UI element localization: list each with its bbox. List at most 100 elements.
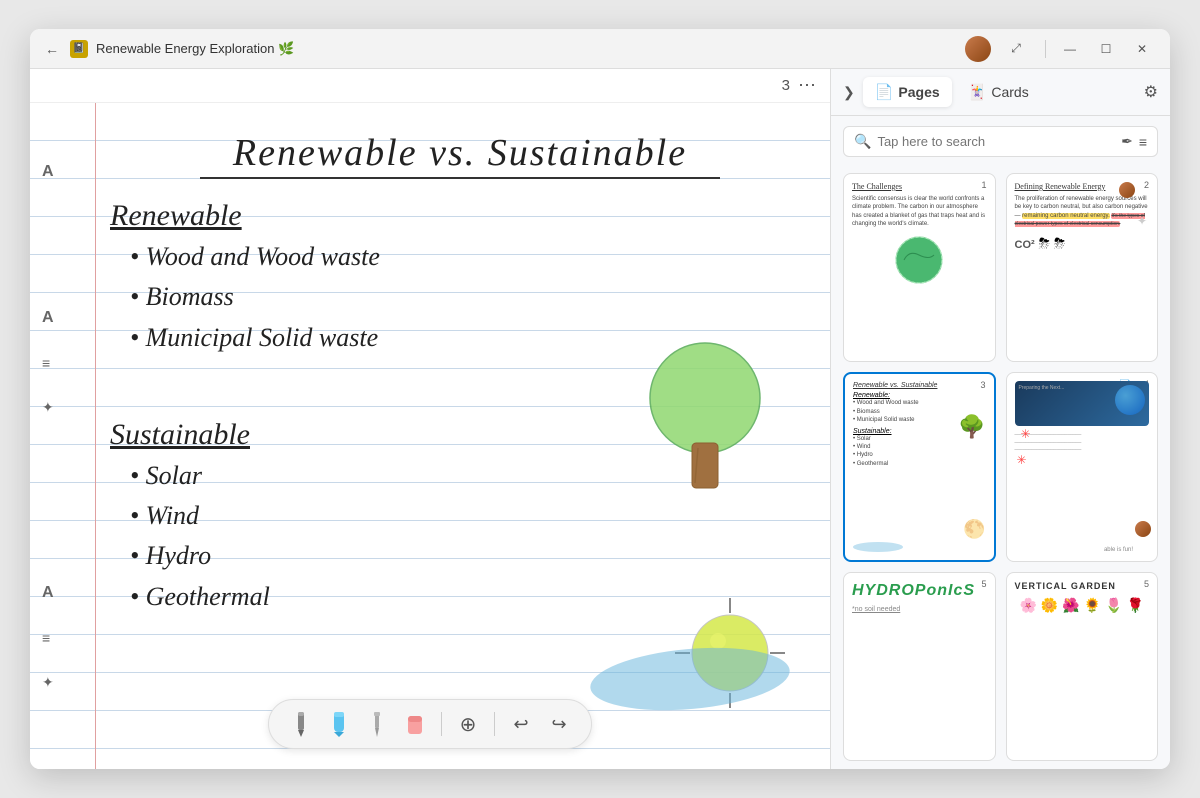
page-number-bar: 3 ⋯	[30, 69, 830, 103]
pages-tab-label: Pages	[898, 84, 939, 100]
pages-tab-icon: 📄	[875, 83, 894, 101]
hydroponics-title: HYDROPonIcS	[852, 581, 987, 600]
thumb-2-number: 2	[1144, 180, 1149, 190]
page-5-thumbnail[interactable]: 5 HYDROPonIcS *no soil needed	[843, 572, 996, 761]
left-toolbar: A A ≡ ✦ A ≡ ✦	[42, 163, 54, 691]
text-tool-2[interactable]: A	[42, 309, 54, 327]
text-tool-3[interactable]: A	[42, 584, 54, 602]
text-tool-1[interactable]: A	[42, 163, 54, 181]
notebook-paper[interactable]: A A ≡ ✦ A ≡ ✦ Renewable vs. Sustainable …	[30, 103, 830, 769]
bullet-wood: Wood and Wood waste	[130, 237, 810, 277]
user-avatar[interactable]	[965, 36, 991, 62]
tab-pages[interactable]: 📄 Pages	[863, 77, 952, 107]
cloud-icon-2: ⛈	[1054, 235, 1065, 252]
list-tool-2[interactable]: ≡	[42, 630, 54, 646]
section-renewable: Renewable	[110, 199, 810, 233]
thumb-6-number: 5	[1144, 579, 1149, 589]
title-bar: ← 📓 Renewable Energy Exploration 🌿 ⤢ — ☐…	[30, 29, 1170, 69]
flowers-row: 🌸 🌼 🌺 🌻 🌷 🌹	[1015, 597, 1150, 614]
bullet-wind: Wind	[130, 496, 810, 536]
search-bar: 🔍 ✒ ≡	[843, 126, 1158, 157]
back-button[interactable]: ←	[42, 39, 62, 59]
undo-button[interactable]: ↩	[505, 708, 537, 740]
thumb-4-earth	[1115, 385, 1145, 415]
thumb-3-tree-icon: 🌳	[958, 414, 985, 440]
separator-2	[494, 712, 495, 736]
filter-button[interactable]: ⚙	[1144, 82, 1158, 102]
redo-button[interactable]: ↪	[543, 708, 575, 740]
window-title: Renewable Energy Exploration 🌿	[96, 41, 294, 57]
drawing-toolbar: ⊕ ↩ ↪	[268, 699, 592, 749]
notebook-area: 3 ⋯ A A ≡ ✦ A ≡ ✦ Renewable vs. Sustaina…	[30, 69, 830, 769]
pen-tool[interactable]	[361, 708, 393, 740]
star-decoration: ✦	[1137, 214, 1147, 228]
page-3-thumbnail[interactable]: 3 Renewable vs. Sustainable Renewable: •…	[843, 372, 996, 561]
earth-icon	[894, 235, 944, 285]
thumb-4-text: ________________________ _______________…	[1015, 430, 1150, 453]
app-window: ← 📓 Renewable Energy Exploration 🌿 ⤢ — ☐…	[30, 29, 1170, 769]
draw-tool-2[interactable]: ✦	[42, 674, 54, 691]
thumb-4-label: able is fun!	[1104, 547, 1133, 553]
page-4-thumbnail[interactable]: 📄 4 Preparing the Next... ✳ ✳ __________…	[1006, 372, 1159, 561]
page-6-thumbnail[interactable]: 5 VERTICAL GARDEN 🌸 🌼 🌺 🌻 🌷 🌹	[1006, 572, 1159, 761]
page-number: 3	[782, 77, 790, 94]
thumb-3-title: Renewable vs. Sustainable	[853, 382, 986, 389]
thumb-3-renewable-header: Renewable:	[853, 392, 986, 399]
tab-cards[interactable]: 🃏 Cards	[956, 77, 1041, 107]
page-2-thumbnail[interactable]: 2 Defining Renewable Energy The prolifer…	[1006, 173, 1159, 362]
cards-tab-label: Cards	[991, 84, 1028, 100]
eraser-tool[interactable]	[399, 708, 431, 740]
marker-tool[interactable]	[323, 708, 355, 740]
add-tool[interactable]: ⊕	[452, 708, 484, 740]
search-input[interactable]	[877, 134, 1115, 149]
co2-label: CO²	[1015, 239, 1035, 251]
flower-1: 🌸	[1019, 597, 1036, 614]
flower-5: 🌷	[1105, 597, 1122, 614]
cloud-icon-1: ⛈	[1039, 235, 1050, 252]
thumb-4-photo: Preparing the Next...	[1015, 381, 1150, 426]
pages-grid: 1 The Challenges Scientific consensus is…	[831, 165, 1170, 769]
thumb-1-earth-container	[852, 235, 987, 285]
hydro-subtitle: *no soil needed	[852, 606, 987, 613]
draw-tool-1[interactable]: ✦	[42, 399, 54, 416]
separator	[441, 712, 442, 736]
expand-icon[interactable]: ⤢	[1003, 36, 1029, 62]
bullet-biomass: Biomass	[130, 277, 810, 317]
thumb-4-avatar	[1135, 521, 1151, 537]
maximize-button[interactable]: ☐	[1090, 36, 1122, 62]
close-button[interactable]: ✕	[1126, 36, 1158, 62]
tree-drawing	[640, 333, 770, 483]
search-icon: 🔍	[854, 133, 871, 150]
thumb-1-number: 1	[981, 180, 986, 190]
thumb-3-sun-icon: 🌕	[963, 519, 985, 540]
app-icon: 📓	[70, 40, 88, 58]
right-panel: ❯ 📄 Pages 🃏 Cards ⚙ 🔍 ✒ ≡	[830, 69, 1170, 769]
thumb-2-avatar	[1119, 182, 1135, 198]
more-options-button[interactable]: ⋯	[798, 75, 816, 96]
flower-6: 🌹	[1127, 597, 1144, 614]
ink-search-icon[interactable]: ✒	[1121, 133, 1133, 150]
thumb-3-number: 3	[980, 380, 985, 390]
flower-2: 🌼	[1041, 597, 1058, 614]
vertical-garden-title: VERTICAL GARDEN	[1015, 581, 1150, 591]
title-bar-controls: ⤢ — ☐ ✕	[965, 36, 1158, 62]
search-filter-icon[interactable]: ≡	[1139, 134, 1147, 150]
flower-4: 🌻	[1084, 597, 1101, 614]
title-bar-left: ← 📓 Renewable Energy Exploration 🌿	[42, 39, 965, 59]
list-tool[interactable]: ≡	[42, 355, 54, 371]
thumb-1-title: The Challenges	[852, 182, 987, 191]
red-starburst-1: ✳	[1021, 427, 1031, 441]
thumb-5-number: 5	[981, 579, 986, 589]
collapse-panel-button[interactable]: ❯	[843, 84, 855, 101]
thumb-3-blob	[853, 542, 903, 552]
thumb-4-caption: Preparing the Next...	[1019, 385, 1065, 391]
bullet-hydro: Hydro	[130, 536, 810, 576]
cards-tab-icon: 🃏	[968, 83, 987, 101]
page-title: Renewable vs. Sustainable	[110, 131, 810, 175]
thumb-2-icons: CO² ⛈ ⛈	[1015, 235, 1150, 252]
pencil-tool[interactable]	[285, 708, 317, 740]
page-1-thumbnail[interactable]: 1 The Challenges Scientific consensus is…	[843, 173, 996, 362]
flower-3: 🌺	[1062, 597, 1079, 614]
minimize-button[interactable]: —	[1054, 36, 1086, 62]
title-underline	[200, 177, 720, 179]
